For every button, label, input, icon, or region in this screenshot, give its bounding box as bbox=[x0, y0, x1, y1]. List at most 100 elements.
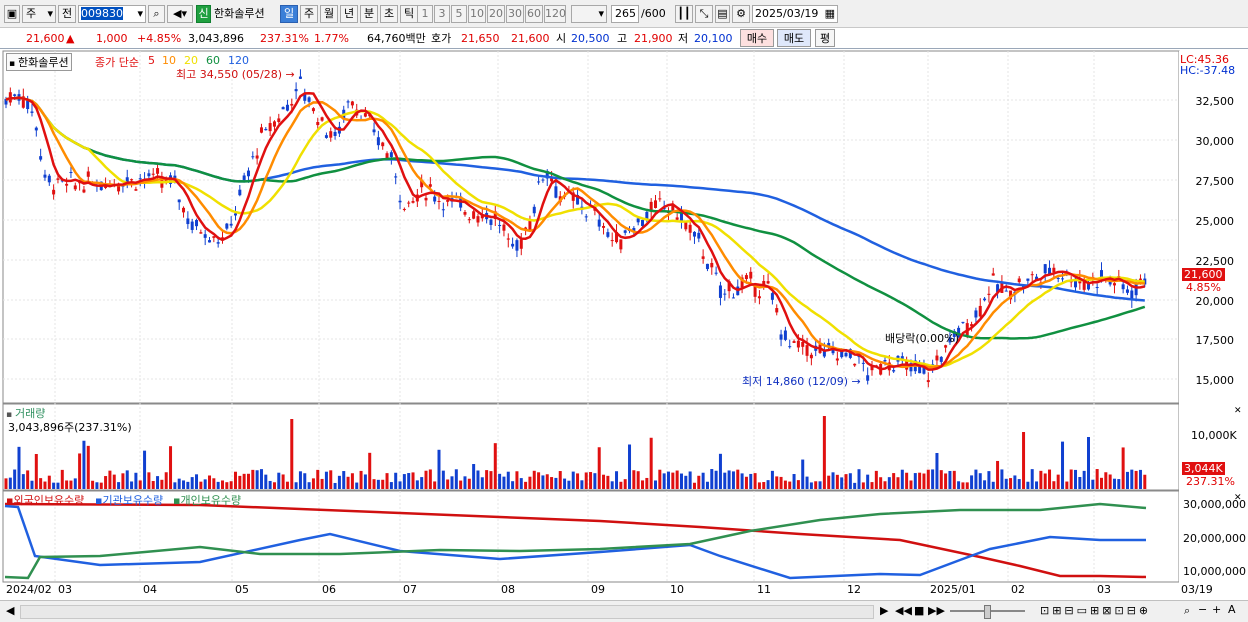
volume-bar bbox=[454, 469, 458, 489]
volume-bar bbox=[324, 471, 328, 489]
volume-bar bbox=[1030, 469, 1034, 489]
zoom-in-icon[interactable]: + bbox=[1212, 603, 1221, 616]
scroll-right-icon[interactable]: ▶ bbox=[880, 604, 888, 617]
volume-bar bbox=[558, 471, 562, 489]
x-tick: 06 bbox=[322, 583, 336, 596]
volume-bar bbox=[879, 477, 883, 489]
candle-body bbox=[853, 363, 857, 366]
volume-bar bbox=[740, 473, 744, 489]
volume-bar bbox=[957, 481, 961, 489]
volume-bar bbox=[1069, 469, 1073, 489]
volume-bar bbox=[233, 471, 237, 489]
candle-body bbox=[675, 217, 679, 220]
volume-bar bbox=[727, 470, 731, 489]
candle-body bbox=[926, 380, 930, 383]
volume-bar bbox=[848, 473, 852, 489]
candle-body bbox=[710, 262, 714, 268]
volume-bar bbox=[381, 479, 385, 489]
high-annotation: 최고 34,550 (05/28) → bbox=[176, 66, 295, 82]
candle-body bbox=[134, 189, 138, 191]
volume-bar bbox=[385, 473, 389, 489]
volume-bar bbox=[1056, 474, 1060, 489]
volume-bar bbox=[389, 482, 393, 489]
volume-y-tick: 10,000K bbox=[1191, 429, 1237, 442]
volume-bar bbox=[1026, 481, 1030, 489]
candle-body bbox=[307, 97, 311, 102]
candle-body bbox=[723, 293, 727, 295]
search-icon[interactable]: ⌕ bbox=[1184, 604, 1190, 618]
volume-bar bbox=[641, 480, 645, 489]
candle-body bbox=[636, 218, 640, 223]
rewind-icon[interactable]: ◀◀ bbox=[895, 604, 912, 617]
candle-body bbox=[1056, 278, 1060, 280]
volume-bar bbox=[580, 480, 584, 489]
volume-bar bbox=[376, 479, 380, 489]
chart-canvas[interactable] bbox=[0, 0, 1248, 600]
close-icon[interactable]: ✕ bbox=[1234, 406, 1242, 416]
stop-icon[interactable]: ■ bbox=[914, 604, 924, 617]
candle-body bbox=[528, 220, 532, 230]
view-icons[interactable]: ⊡⊞⊟▭⊞⊠⊡⊟⊕ bbox=[1040, 604, 1151, 617]
bottom-toolbar: ◀ ▶ ◀◀ ■ ▶▶ ⊡⊞⊟▭⊞⊠⊡⊟⊕ ⌕ − + A bbox=[0, 600, 1248, 622]
last-pct-tag: 4.85% bbox=[1186, 281, 1221, 294]
volume-bar bbox=[415, 480, 419, 489]
candle-body bbox=[394, 176, 398, 178]
volume-bar bbox=[428, 469, 432, 489]
volume-bar bbox=[900, 469, 904, 489]
volume-bar bbox=[121, 473, 125, 489]
volume-bar bbox=[571, 471, 575, 489]
candle-body bbox=[809, 354, 813, 359]
volume-bar bbox=[757, 482, 761, 489]
candle-body bbox=[156, 168, 160, 174]
candle-body bbox=[511, 243, 515, 247]
x-tick: 12 bbox=[847, 583, 861, 596]
volume-bar bbox=[82, 440, 86, 489]
volume-bar bbox=[130, 481, 134, 489]
candle-body bbox=[788, 346, 792, 348]
forward-icon[interactable]: ▶▶ bbox=[928, 604, 945, 617]
volume-bar bbox=[731, 471, 735, 489]
candle-body bbox=[372, 129, 376, 133]
candle-body bbox=[606, 232, 610, 237]
candle-body bbox=[701, 256, 705, 259]
volume-bar bbox=[56, 482, 60, 489]
volume-bar bbox=[208, 475, 212, 489]
price-panel-title[interactable]: ▪ 한화솔루션 bbox=[6, 53, 72, 71]
scrollbar-track[interactable] bbox=[20, 605, 874, 619]
candle-body bbox=[86, 171, 90, 177]
close-icon[interactable]: ✕ bbox=[1234, 493, 1242, 503]
font-icon[interactable]: A bbox=[1228, 603, 1236, 616]
candle-body bbox=[805, 345, 809, 356]
volume-bar bbox=[147, 472, 151, 489]
zoom-slider-handle[interactable] bbox=[984, 605, 991, 619]
volume-bar bbox=[628, 444, 632, 489]
ma-period-10: 10 bbox=[162, 54, 176, 67]
volume-bar bbox=[610, 481, 614, 489]
candle-body bbox=[835, 358, 839, 361]
volume-bar bbox=[857, 469, 861, 489]
scroll-left-icon[interactable]: ◀ bbox=[6, 604, 14, 617]
candle-body bbox=[1099, 270, 1103, 278]
volume-bar bbox=[645, 477, 649, 489]
volume-bar bbox=[567, 480, 571, 489]
volume-bar bbox=[99, 482, 103, 489]
volume-bar bbox=[1117, 479, 1121, 489]
candle-body bbox=[69, 172, 73, 174]
volume-bar bbox=[463, 476, 467, 489]
volume-bar bbox=[948, 470, 952, 489]
candle-body bbox=[1043, 264, 1047, 274]
price-y-tick: 15,000 bbox=[1195, 374, 1235, 387]
volume-bar bbox=[112, 474, 116, 489]
candle-body bbox=[731, 297, 735, 299]
candle-body bbox=[770, 293, 774, 300]
x-end-label: 03/19 bbox=[1181, 583, 1213, 596]
volume-bar bbox=[30, 480, 34, 489]
volume-bar bbox=[476, 470, 480, 489]
candle-body bbox=[692, 231, 696, 237]
volume-bar bbox=[511, 481, 515, 489]
candle-body bbox=[277, 118, 281, 122]
volume-bar bbox=[926, 469, 930, 489]
candle-body bbox=[610, 240, 614, 242]
zoom-out-icon[interactable]: − bbox=[1198, 603, 1207, 616]
volume-bar bbox=[606, 475, 610, 489]
